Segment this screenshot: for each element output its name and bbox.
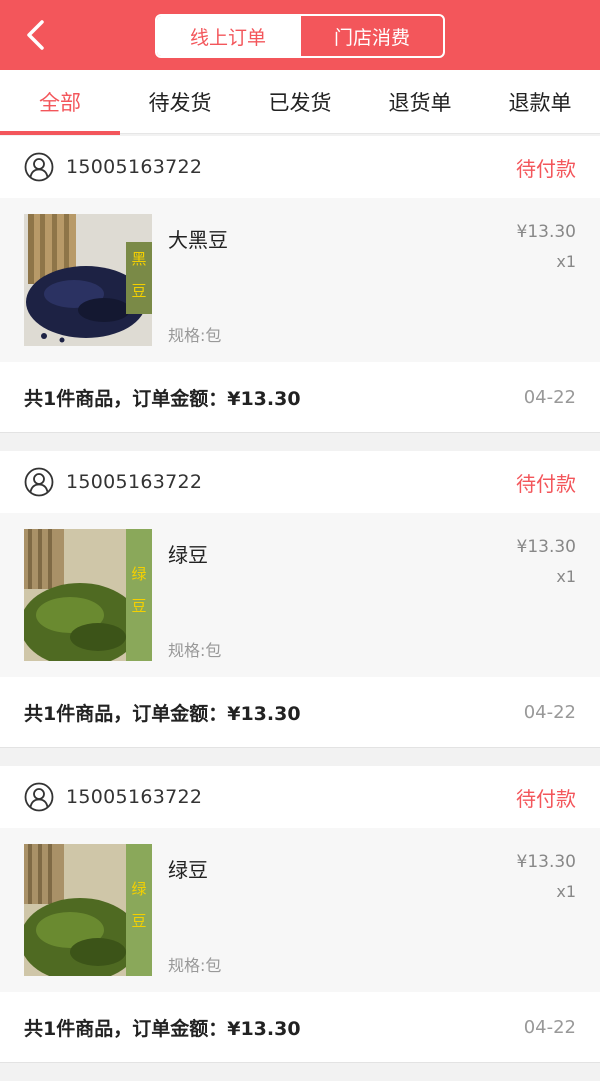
product-thumbnail: 绿 豆 xyxy=(24,529,152,661)
thumb-label-char-2: 豆 xyxy=(131,597,146,615)
product-price: ¥13.30 xyxy=(516,852,576,872)
product-name: 大黑豆 xyxy=(168,228,228,252)
product-quantity: x1 xyxy=(556,252,576,271)
tab-returns[interactable]: 退货单 xyxy=(360,70,480,134)
product-thumbnail: 绿 豆 xyxy=(24,844,152,976)
tab-pending-shipment[interactable]: 待发货 xyxy=(120,70,240,134)
order-card[interactable]: 15005163722 待付款 黑 豆 大黑豆 规格:包 ¥13.30 x1 共… xyxy=(0,136,600,433)
thumb-label-char-1: 绿 xyxy=(131,880,146,898)
order-footer: 共1件商品，订单金额：¥13.30 04-22 xyxy=(0,992,600,1062)
user-icon xyxy=(24,467,54,497)
product-quantity: x1 xyxy=(556,567,576,586)
tab-all[interactable]: 全部 xyxy=(0,70,120,135)
order-card[interactable]: 15005163722 待付款 绿 豆 绿豆 规格:包 ¥13.30 x1 共1… xyxy=(0,766,600,1063)
buyer-phone: 15005163722 xyxy=(66,471,203,493)
order-date: 04-22 xyxy=(523,1016,576,1038)
thumb-label-char-2: 豆 xyxy=(131,912,146,930)
order-status: 待付款 xyxy=(516,156,576,181)
product-price: ¥13.30 xyxy=(516,222,576,242)
buyer-phone: 15005163722 xyxy=(66,786,203,808)
order-item[interactable]: 黑 豆 大黑豆 规格:包 ¥13.30 x1 xyxy=(0,198,600,362)
order-filter-tabs: 全部 待发货 已发货 退货单 退款单 xyxy=(0,70,600,135)
order-item[interactable]: 绿 豆 绿豆 规格:包 ¥13.30 x1 xyxy=(0,513,600,677)
product-spec: 规格:包 xyxy=(168,641,222,660)
buyer-phone: 15005163722 xyxy=(66,156,203,178)
tab-store-consumption[interactable]: 门店消费 xyxy=(299,16,443,56)
order-footer: 共1件商品，订单金额：¥13.30 04-22 xyxy=(0,677,600,747)
order-summary: 共1件商品，订单金额：¥13.30 xyxy=(24,702,301,725)
product-name: 绿豆 xyxy=(168,543,208,567)
order-type-switch: 线上订单 门店消费 xyxy=(155,14,445,58)
order-header: 15005163722 待付款 xyxy=(0,136,600,198)
chevron-left-icon[interactable] xyxy=(20,18,54,52)
order-header: 15005163722 待付款 xyxy=(0,451,600,513)
order-header: 15005163722 待付款 xyxy=(0,766,600,828)
product-spec: 规格:包 xyxy=(168,956,222,975)
thumb-label-char-2: 豆 xyxy=(131,282,146,300)
order-footer: 共1件商品，订单金额：¥13.30 04-22 xyxy=(0,362,600,432)
user-icon xyxy=(24,152,54,182)
product-thumbnail: 黑 豆 xyxy=(24,214,152,346)
product-spec: 规格:包 xyxy=(168,326,222,345)
order-item[interactable]: 绿 豆 绿豆 规格:包 ¥13.30 x1 xyxy=(0,828,600,992)
user-icon xyxy=(24,782,54,812)
thumb-label-char-1: 绿 xyxy=(131,565,146,583)
product-quantity: x1 xyxy=(556,882,576,901)
order-summary: 共1件商品，订单金额：¥13.30 xyxy=(24,1017,301,1040)
product-price: ¥13.30 xyxy=(516,537,576,557)
tab-online-orders[interactable]: 线上订单 xyxy=(157,16,299,56)
order-status: 待付款 xyxy=(516,471,576,496)
tab-refunds[interactable]: 退款单 xyxy=(480,70,600,134)
order-card[interactable]: 15005163722 待付款 绿 豆 绿豆 规格:包 ¥13.30 x1 共1… xyxy=(0,451,600,748)
product-name: 绿豆 xyxy=(168,858,208,882)
thumb-label-char-1: 黑 xyxy=(131,250,146,268)
tab-shipped[interactable]: 已发货 xyxy=(240,70,360,134)
order-date: 04-22 xyxy=(523,701,576,723)
top-header: 线上订单 门店消费 xyxy=(0,0,600,70)
order-list: 15005163722 待付款 黑 豆 大黑豆 规格:包 ¥13.30 x1 共… xyxy=(0,136,600,1081)
order-date: 04-22 xyxy=(523,386,576,408)
order-status: 待付款 xyxy=(516,786,576,811)
order-summary: 共1件商品，订单金额：¥13.30 xyxy=(24,387,301,410)
